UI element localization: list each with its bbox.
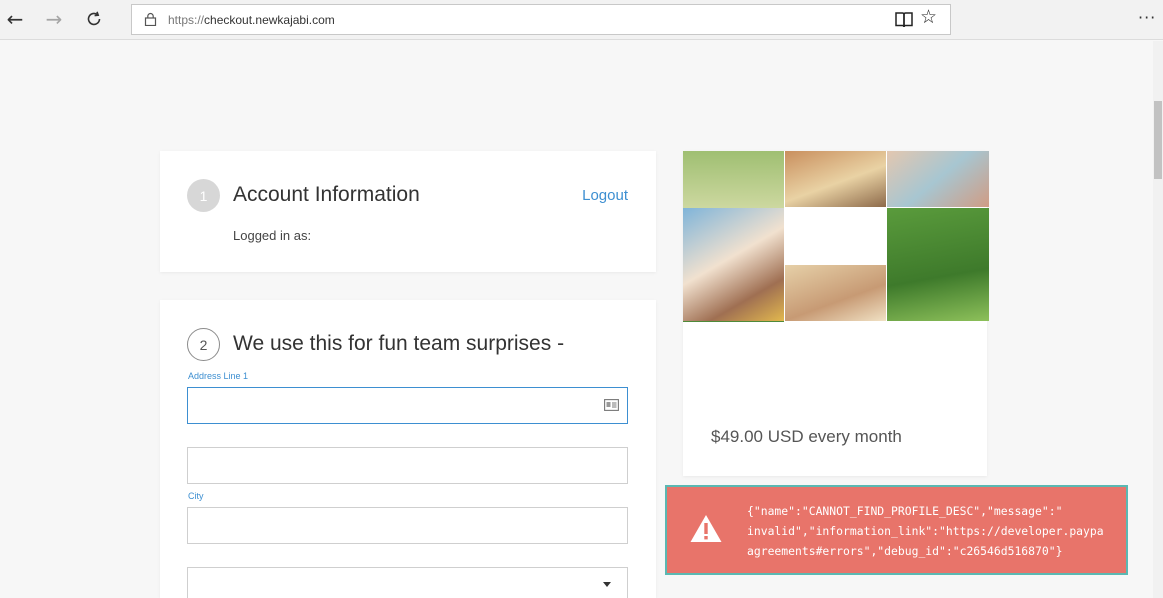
reading-view-icon[interactable] xyxy=(893,9,915,31)
favorite-star-icon[interactable]: ☆ xyxy=(920,6,937,28)
account-information-card: 1 Account Information Logout Logged in a… xyxy=(160,151,656,272)
page-scrollbar[interactable] xyxy=(1153,41,1163,598)
forward-arrow-icon[interactable]: → xyxy=(41,6,67,32)
more-options-icon[interactable]: ··· xyxy=(1138,8,1156,27)
collage-photo-picnic xyxy=(887,151,989,207)
collage-gap xyxy=(785,208,886,264)
state-select[interactable] xyxy=(187,567,628,598)
chevron-down-icon xyxy=(603,582,611,587)
address-card: 2 We use this for fun team surprises - A… xyxy=(160,300,656,598)
url-host: checkout.newkajabi.com xyxy=(204,13,335,27)
collage-photo-friends xyxy=(785,151,886,207)
contact-card-icon xyxy=(604,399,619,411)
product-card: $49.00 USD every month xyxy=(683,151,989,476)
address-line-1-input[interactable] xyxy=(187,387,628,424)
product-image-collage-lower xyxy=(683,208,989,321)
error-line-1: {"name":"CANNOT_FIND_PROFILE_DESC","mess… xyxy=(747,504,1063,518)
refresh-icon[interactable] xyxy=(81,6,107,32)
refresh-glyph xyxy=(87,11,101,26)
logged-in-label: Logged in as: xyxy=(233,228,312,243)
collage-photo-couple xyxy=(785,265,886,321)
address-bar[interactable]: https://checkout.newkajabi.com ☆ xyxy=(131,4,951,35)
back-arrow-icon[interactable]: ← xyxy=(2,6,28,32)
address-line-2-input[interactable] xyxy=(187,447,628,484)
error-line-3: agreements#errors","debug_id":"c26546d51… xyxy=(747,544,1063,558)
url-text: https://checkout.newkajabi.com xyxy=(168,13,335,27)
logout-link[interactable]: Logout xyxy=(582,187,628,204)
city-input[interactable] xyxy=(187,507,628,544)
product-price: $49.00 USD every month xyxy=(711,427,902,446)
url-scheme: https:// xyxy=(168,13,205,27)
error-message: {"name":"CANNOT_FIND_PROFILE_DESC","mess… xyxy=(747,501,1127,561)
browser-toolbar: ← → https://checkout.newkajabi.com ☆ ··· xyxy=(0,0,1163,40)
city-label: City xyxy=(188,491,204,501)
lock-icon xyxy=(144,12,157,26)
scrollbar-thumb[interactable] xyxy=(1154,101,1162,179)
step-1-badge: 1 xyxy=(187,179,220,212)
address-line-1-label: Address Line 1 xyxy=(188,371,249,381)
warning-icon xyxy=(690,515,722,542)
step-2-badge: 2 xyxy=(187,328,220,361)
error-toast[interactable]: {"name":"CANNOT_FIND_PROFILE_DESC","mess… xyxy=(665,485,1128,575)
account-information-title: Account Information xyxy=(233,183,420,206)
error-line-2: invalid","information_link":"https://dev… xyxy=(747,524,1104,538)
collage-photo-group-selfie xyxy=(683,208,784,321)
collage-photo-grass xyxy=(887,208,989,321)
address-section-title: We use this for fun team surprises - xyxy=(233,332,565,355)
